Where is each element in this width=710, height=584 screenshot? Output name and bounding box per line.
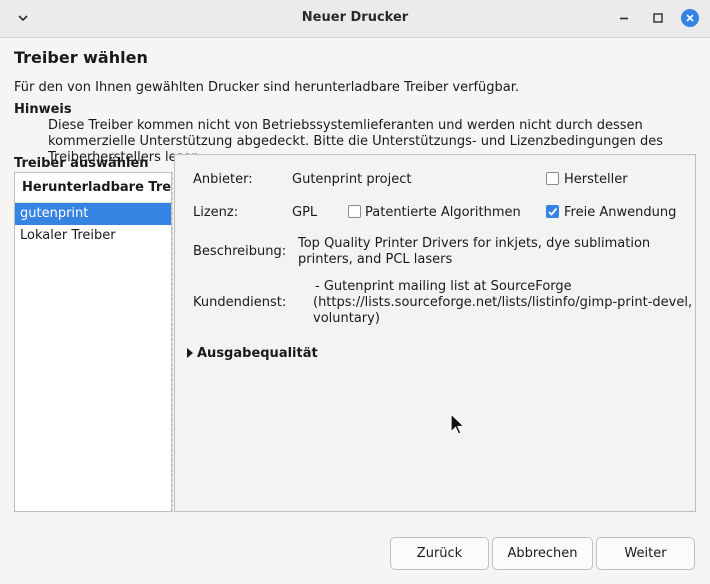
support-label: Kundendienst:	[193, 295, 287, 310]
page-title: Treiber wählen	[14, 48, 148, 67]
vendor-label: Anbieter:	[193, 172, 253, 187]
driver-details-panel: Anbieter: Gutenprint project Hersteller …	[174, 154, 696, 512]
manufacturer-checkbox-label[interactable]: Hersteller	[564, 172, 628, 187]
patented-algorithms-checkbox[interactable]	[348, 205, 361, 218]
free-software-label[interactable]: Freie Anwendung	[564, 205, 676, 220]
license-value: GPL	[292, 205, 318, 220]
driver-list-header[interactable]: Herunterladbare Treiber	[15, 173, 171, 203]
support-value: - Gutenprint mailing list at SourceForge…	[313, 279, 693, 326]
cancel-button[interactable]: Abbrechen	[492, 537, 593, 570]
page-description: Für den von Ihnen gewählten Drucker sind…	[14, 80, 520, 95]
hint-label: Hinweis	[14, 102, 72, 117]
minimize-icon[interactable]	[616, 10, 632, 26]
free-software-checkbox[interactable]	[546, 205, 559, 218]
manufacturer-checkbox[interactable]	[546, 172, 559, 185]
title-bar: Neuer Drucker	[0, 0, 710, 38]
description-value: Top Quality Printer Drivers for inkjets,…	[298, 236, 651, 267]
driver-select-label: Treiber auswählen	[14, 156, 149, 171]
mouse-pointer-icon	[450, 412, 466, 435]
patented-algorithms-label[interactable]: Patentierte Algorithmen	[365, 205, 521, 220]
driver-item-gutenprint[interactable]: gutenprint	[15, 203, 171, 225]
close-icon	[686, 14, 694, 22]
back-button[interactable]: Zurück	[390, 537, 489, 570]
output-quality-expander[interactable]: Ausgabequalität	[197, 346, 318, 361]
next-button[interactable]: Weiter	[596, 537, 695, 570]
maximize-icon[interactable]	[650, 10, 666, 26]
license-label: Lizenz:	[193, 205, 239, 220]
close-button[interactable]	[681, 9, 699, 27]
triangle-right-icon[interactable]	[187, 348, 193, 358]
vendor-value: Gutenprint project	[292, 172, 412, 187]
description-label: Beschreibung:	[193, 244, 287, 259]
driver-list: Herunterladbare Treiber gutenprint Lokal…	[14, 172, 172, 512]
driver-item-local[interactable]: Lokaler Treiber	[15, 225, 171, 247]
window-title: Neuer Drucker	[301, 10, 409, 25]
checkmark-icon	[548, 207, 558, 216]
